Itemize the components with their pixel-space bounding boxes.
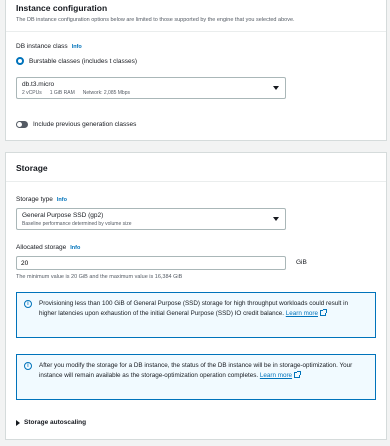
storage-type-label-text: Storage type	[16, 196, 53, 203]
db-instance-class-specs: 2 vCPUs 1 GiB RAM Network: 2,085 Mbps	[22, 90, 280, 96]
db-instance-class-value: db.t3.micro	[22, 81, 55, 88]
storage-type-label: Storage type Info	[16, 196, 67, 203]
burstable-classes-label: Burstable classes (includes t classes)	[29, 57, 138, 65]
storage-type-value: General Purpose SSD (gp2)	[22, 212, 104, 219]
allocated-storage-unit: GiB	[296, 259, 307, 266]
allocated-storage-info-link[interactable]: Info	[70, 245, 80, 251]
ram-text: 1 GiB RAM	[49, 90, 75, 96]
include-previous-generation-label: Include previous generation classes	[33, 121, 137, 128]
storage-panel: Storage Storage type Info General Purpose…	[5, 152, 387, 440]
external-link-icon	[294, 371, 302, 378]
storage-autoscaling-label: Storage autoscaling	[24, 419, 87, 426]
instance-configuration-title: Instance configuration	[16, 3, 108, 13]
instance-configuration-panel: Instance configuration The DB instance c…	[5, 0, 387, 141]
divider	[6, 31, 386, 32]
info-icon: i	[24, 362, 32, 370]
allocated-storage-label-text: Allocated storage	[16, 244, 67, 251]
allocated-storage-constraint: The minimum value is 20 GiB and the maxi…	[16, 274, 183, 280]
chevron-down-icon	[273, 217, 279, 221]
vcpus-text: 2 vCPUs	[22, 90, 42, 96]
include-previous-generation-toggle[interactable]: Include previous generation classes	[16, 121, 136, 128]
learn-more-link[interactable]: Learn more	[286, 310, 318, 317]
db-instance-class-select[interactable]: db.t3.micro 2 vCPUs 1 GiB RAM Network: 2,0…	[16, 77, 286, 99]
radio-selected-icon	[16, 57, 24, 65]
db-instance-class-info-link[interactable]: Info	[72, 44, 82, 50]
info-icon: i	[24, 300, 32, 308]
storage-type-description: Baseline performance determined by volum…	[22, 221, 132, 227]
external-link-icon	[319, 309, 327, 316]
network-text: Network: 2,085 Mbps	[82, 90, 130, 96]
db-instance-class-label: DB instance class Info	[16, 43, 82, 50]
storage-optimization-alert-text: After you modify the storage for a DB in…	[39, 362, 353, 379]
chevron-down-icon	[273, 86, 279, 90]
allocated-storage-input[interactable]	[16, 256, 286, 270]
divider	[6, 181, 386, 182]
learn-more-link[interactable]: Learn more	[260, 372, 292, 379]
storage-type-select[interactable]: General Purpose SSD (gp2) Baseline perfo…	[16, 208, 286, 230]
instance-configuration-description: The DB instance configuration options be…	[16, 17, 295, 23]
storage-optimization-alert: i After you modify the storage for a DB …	[16, 354, 376, 400]
allocated-storage-label: Allocated storage Info	[16, 244, 80, 251]
storage-throughput-alert: i Provisioning less than 100 GiB of Gene…	[16, 292, 376, 338]
caret-right-icon	[16, 419, 20, 426]
toggle-off-icon	[16, 121, 28, 128]
db-instance-class-label-text: DB instance class	[16, 43, 68, 50]
storage-title: Storage	[16, 163, 48, 173]
storage-type-info-link[interactable]: Info	[57, 197, 67, 203]
burstable-classes-radio[interactable]: Burstable classes (includes t classes)	[16, 57, 137, 65]
storage-autoscaling-expander[interactable]: Storage autoscaling	[16, 419, 86, 426]
